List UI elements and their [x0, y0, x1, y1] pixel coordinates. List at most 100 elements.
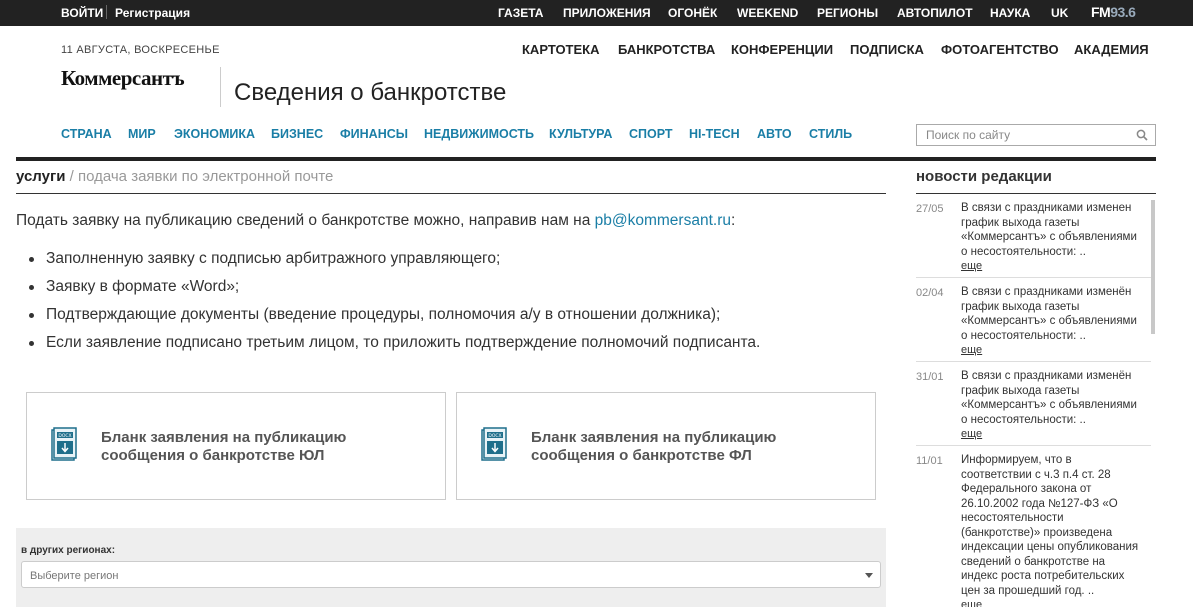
login-link[interactable]: ВОЙТИ: [61, 6, 103, 20]
news-line: индекс роста потребительских: [961, 570, 1125, 582]
news-date: 27/05: [916, 203, 944, 215]
breadcrumb-divider: [16, 193, 886, 194]
topnav-gazeta[interactable]: ГАЗЕТА: [498, 6, 543, 20]
news-line: В связи с праздниками изменен: [961, 202, 1132, 214]
intro-lead: Подать заявку на публикацию сведений о б…: [16, 212, 595, 229]
list-item: Заявку в формате «Word»;: [28, 278, 760, 306]
rightnav-academy[interactable]: АКАДЕМИЯ: [1074, 42, 1149, 57]
card-title: Бланк заявления на публикацию сообщения …: [531, 429, 851, 465]
news-line: «Коммерсантъ» с объявлениями: [961, 399, 1137, 411]
breadcrumb: услуги / подача заявки по электронной по…: [16, 168, 333, 185]
topnav-autopilot[interactable]: АВТОПИЛОТ: [897, 6, 973, 20]
intro-colon: :: [730, 212, 736, 229]
card-title-line: сообщения о банкротстве ФЛ: [531, 447, 752, 464]
news-line: Информируем, что в: [961, 454, 1072, 466]
news-line: сведений о банкротстве на: [961, 555, 1106, 568]
news-line: график выхода газеты: [961, 216, 1080, 229]
news-date: 02/04: [916, 287, 944, 299]
region-label: в других регионах:: [21, 545, 116, 556]
rightnav-photo-agency[interactable]: ФОТОАГЕНТСТВО: [941, 42, 1059, 57]
top-bar: ВОЙТИ Регистрация ГАЗЕТА ПРИЛОЖЕНИЯ ОГОН…: [0, 0, 1193, 26]
news-more-link[interactable]: еще: [961, 428, 982, 440]
mainnav-culture[interactable]: КУЛЬТУРА: [549, 127, 612, 141]
news-line: В связи с праздниками изменён: [961, 286, 1132, 298]
list-item: Подтверждающие документы (введение проце…: [28, 306, 760, 334]
news-text: В связи с праздниками изменен график вых…: [961, 201, 1153, 274]
search-input[interactable]: [917, 125, 1127, 145]
mainnav-realty[interactable]: НЕДВИЖИМОСТЬ: [424, 127, 534, 141]
mainnav-finance[interactable]: ФИНАНСЫ: [340, 127, 408, 141]
news-line: о несостоятельности: ..: [961, 245, 1086, 258]
news-heading: новости редакции: [916, 168, 1052, 185]
news-line: соответствии с ч.3 п.4 ст. 28: [961, 468, 1111, 481]
news-text: Информируем, что в соответствии с ч.3 п.…: [961, 453, 1153, 607]
mainnav-sport[interactable]: СПОРТ: [629, 127, 673, 141]
news-line: В связи с праздниками изменён: [961, 370, 1132, 382]
news-text: В связи с праздниками изменён график вых…: [961, 285, 1153, 358]
download-form-legal-entity[interactable]: DOCX Бланк заявления на публикацию сообщ…: [26, 392, 446, 500]
news-line: (банкротстве)» произведена: [961, 526, 1113, 539]
docx-file-icon: DOCX: [51, 427, 77, 461]
card-title: Бланк заявления на публикацию сообщения …: [101, 429, 421, 465]
mainnav-hitech[interactable]: HI-TECH: [689, 127, 740, 141]
region-select[interactable]: Выберите регион: [21, 561, 881, 588]
fm-label: FM: [1091, 4, 1111, 20]
docx-label: DOCX: [488, 433, 501, 439]
news-separator: [916, 277, 1151, 278]
news-line: цен за прошедший год. ..: [961, 584, 1095, 597]
topnav-science[interactable]: НАУКА: [990, 6, 1030, 20]
download-form-individual[interactable]: DOCX Бланк заявления на публикацию сообщ…: [456, 392, 876, 500]
topnav-apps[interactable]: ПРИЛОЖЕНИЯ: [563, 6, 651, 20]
rightnav-conferences[interactable]: КОНФЕРЕНЦИИ: [731, 42, 833, 57]
rightnav-subscription[interactable]: ПОДПИСКА: [850, 42, 924, 57]
news-line: 26.10.2002 года №127-ФЗ «О: [961, 497, 1118, 510]
mainnav-style[interactable]: СТИЛЬ: [809, 127, 852, 141]
topnav-ogonek[interactable]: ОГОНЁК: [668, 6, 717, 20]
news-date: 11/01: [916, 455, 943, 467]
news-line: несостоятельности: [961, 512, 1064, 524]
chevron-down-icon: [865, 573, 873, 578]
news-text: В связи с праздниками изменён график вых…: [961, 369, 1153, 442]
header-divider: [16, 157, 1156, 161]
news-date: 31/01: [916, 371, 944, 383]
topnav-weekend[interactable]: WEEKEND: [737, 6, 798, 20]
rightnav-bankruptcy[interactable]: БАНКРОТСТВА: [618, 42, 715, 57]
docx-label: DOCX: [58, 433, 71, 439]
news-more-link[interactable]: еще: [961, 599, 982, 607]
site-logo[interactable]: Коммерсантъ: [61, 66, 185, 91]
requirements-list: Заполненную заявку с подписью арбитражно…: [28, 250, 760, 362]
news-line: о несостоятельности: ..: [961, 413, 1086, 426]
news-separator: [916, 361, 1151, 362]
mainnav-auto[interactable]: АВТО: [757, 127, 792, 141]
region-selector-panel: в других регионах: Выберите регион: [16, 528, 886, 607]
fm-frequency: 93.6: [1110, 4, 1136, 20]
register-link[interactable]: Регистрация: [115, 6, 190, 20]
list-item: Заполненную заявку с подписью арбитражно…: [28, 250, 760, 278]
rightnav-kartoteka[interactable]: КАРТОТЕКА: [522, 42, 600, 57]
news-divider: [916, 193, 1156, 194]
docx-file-icon: DOCX: [481, 427, 507, 461]
topnav-uk[interactable]: UK: [1051, 6, 1068, 20]
news-line: «Коммерсантъ» с объявлениями: [961, 231, 1137, 243]
news-line: «Коммерсантъ» с объявлениями: [961, 315, 1137, 327]
news-line: индексации цены опубликования: [961, 541, 1139, 553]
news-line: график выхода газеты: [961, 384, 1080, 397]
search-icon[interactable]: [1136, 129, 1148, 141]
mainnav-country[interactable]: СТРАНА: [61, 127, 112, 141]
news-more-link[interactable]: еще: [961, 344, 982, 356]
email-link[interactable]: pb@kommersant.ru: [595, 212, 731, 229]
mainnav-business[interactable]: БИЗНЕС: [271, 127, 323, 141]
page-title: Сведения о банкротстве: [234, 79, 507, 106]
mainnav-world[interactable]: МИР: [128, 127, 156, 141]
breadcrumb-services[interactable]: услуги: [16, 168, 65, 185]
news-line: о несостоятельности: ..: [961, 329, 1086, 342]
site-search: [916, 124, 1156, 146]
news-line: Федерального закона от: [961, 483, 1092, 495]
news-separator: [916, 445, 1151, 446]
fm-radio-link[interactable]: FM93.6: [1091, 4, 1136, 20]
news-more-link[interactable]: еще: [961, 260, 982, 272]
topbar-separator: [106, 5, 107, 19]
mainnav-economy[interactable]: ЭКОНОМИКА: [174, 127, 255, 141]
topnav-regions[interactable]: РЕГИОНЫ: [817, 6, 878, 20]
list-item: Если заявление подписано третьим лицом, …: [28, 334, 760, 362]
